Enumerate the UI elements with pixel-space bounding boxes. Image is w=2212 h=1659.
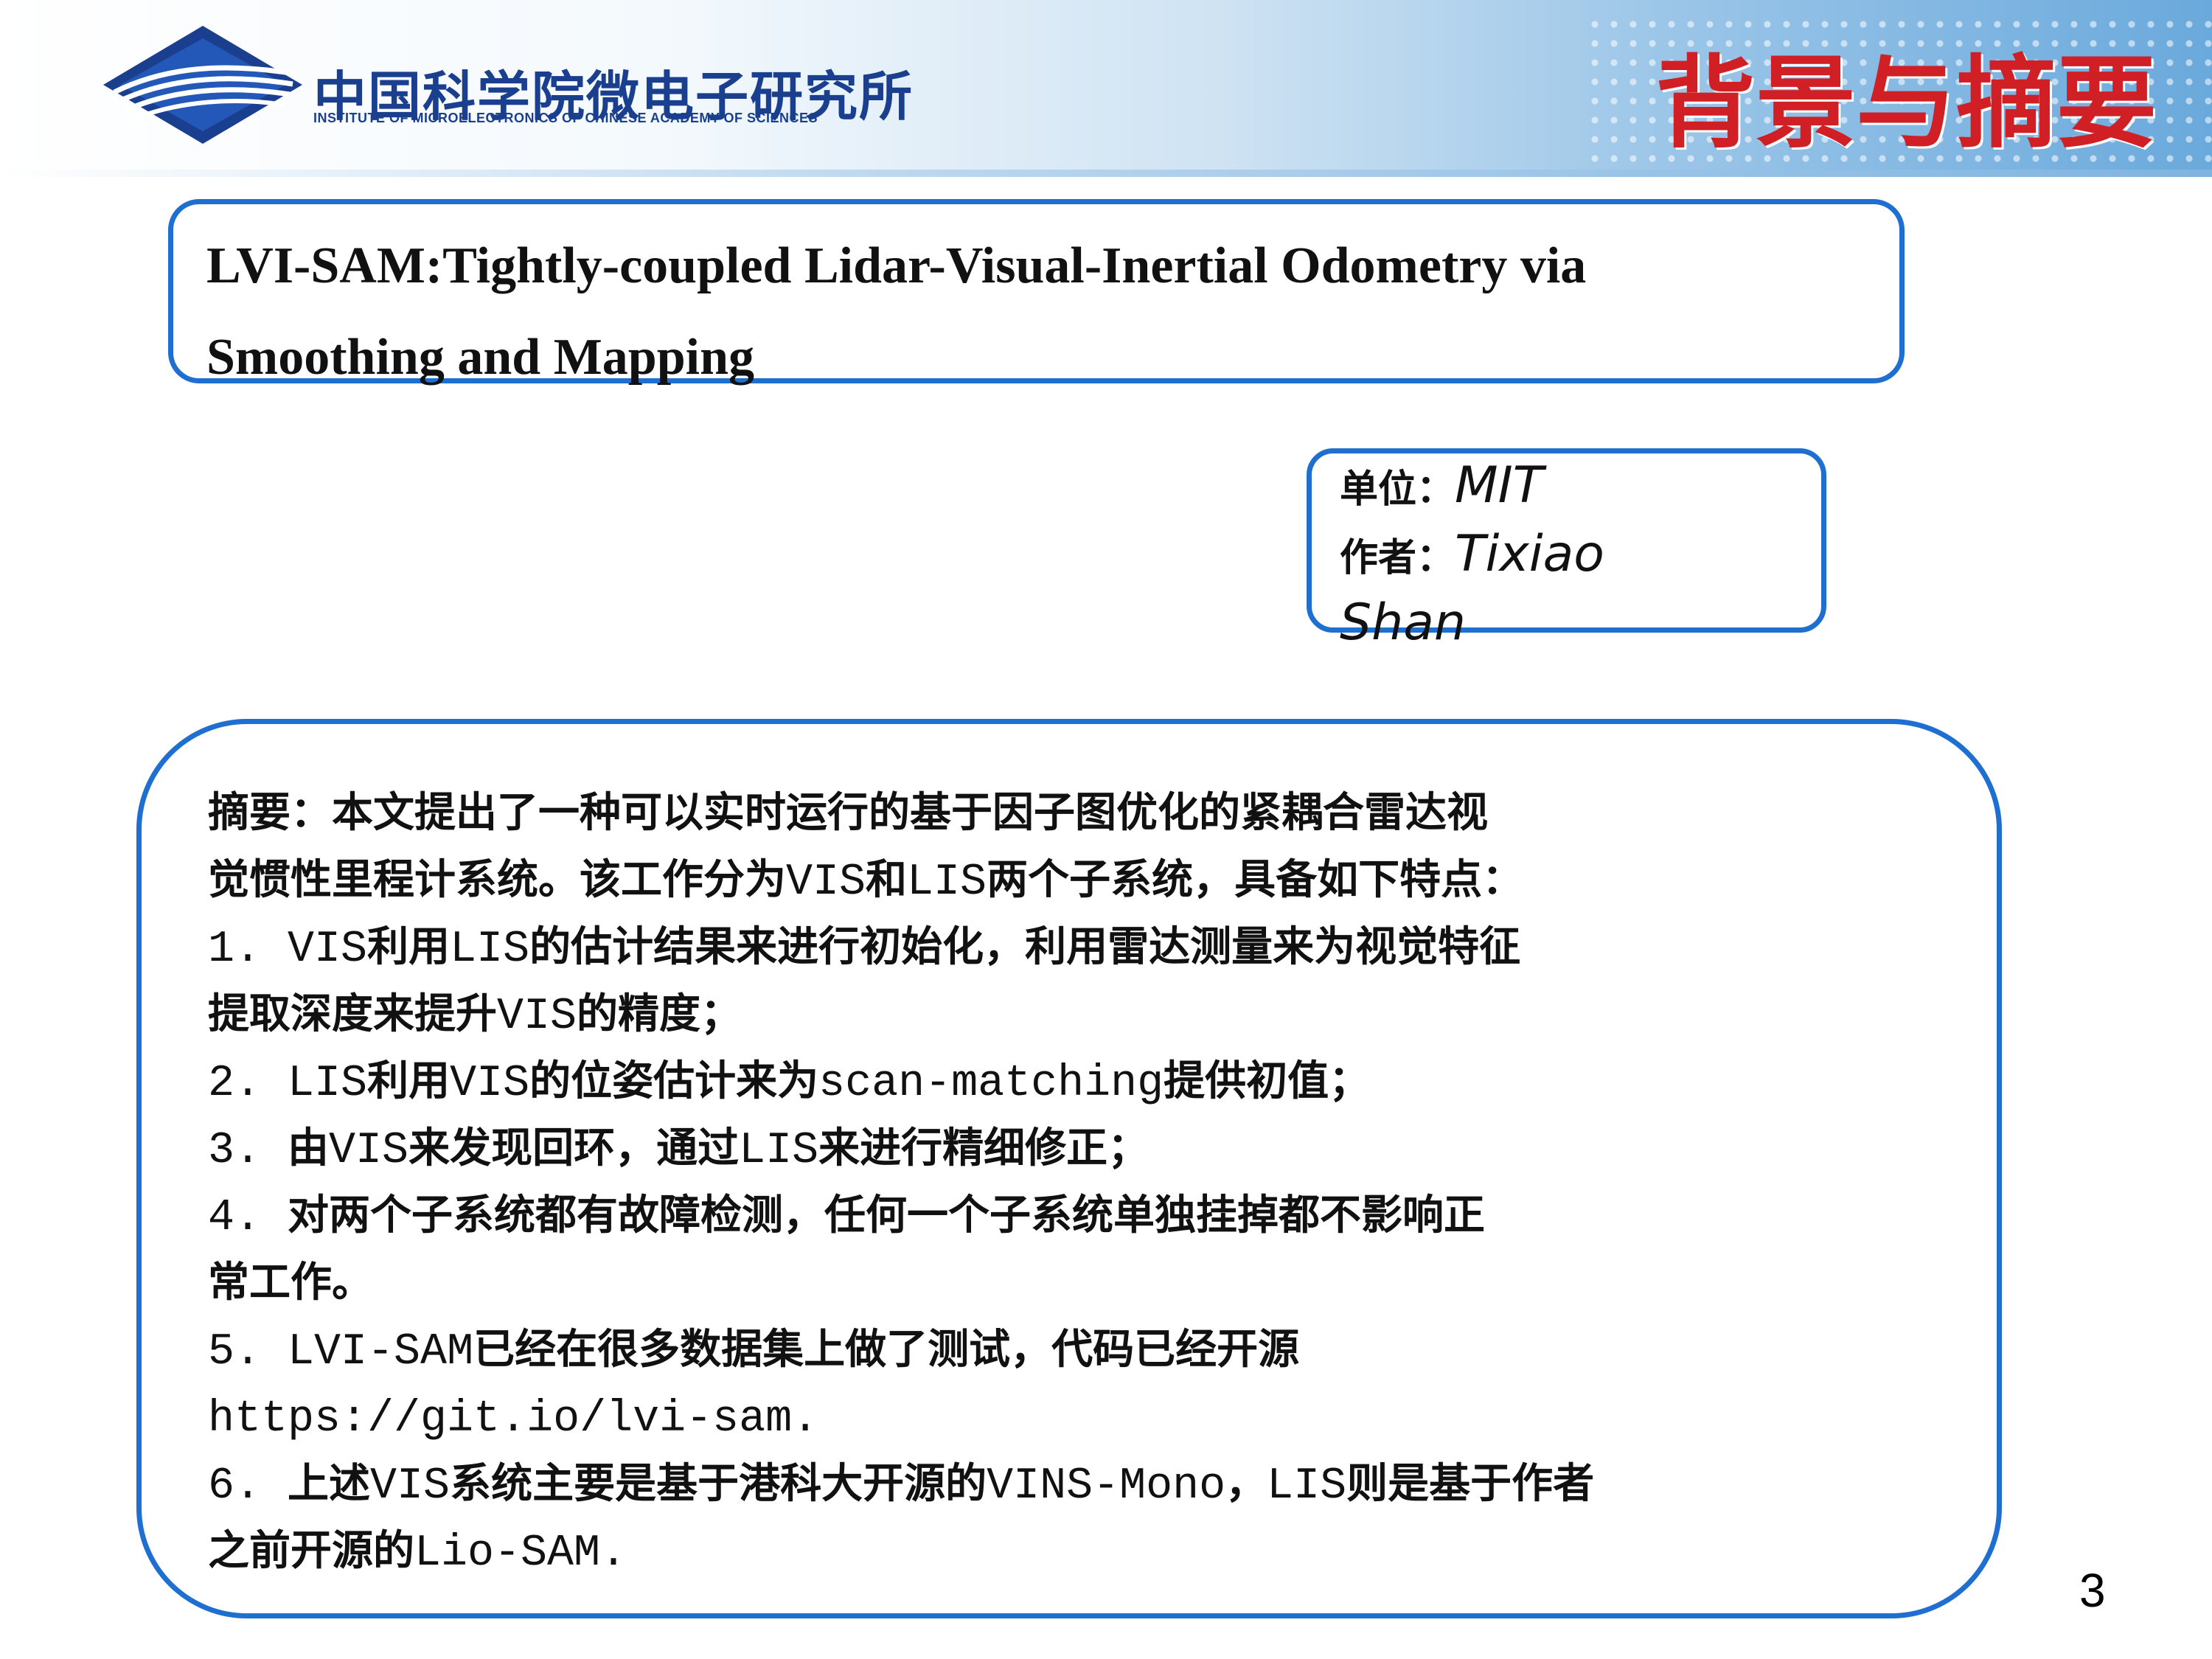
- abstract-segment: 常工作。: [208, 1259, 373, 1307]
- abstract-segment: 两个子系统，具备如下特点：: [987, 856, 1524, 904]
- abstract-line: 摘要：本文提出了一种可以实时运行的基于因子图优化的紧耦合雷达视: [208, 779, 1926, 846]
- abstract-text: 摘要：本文提出了一种可以实时运行的基于因子图优化的紧耦合雷达视 觉惯性里程计系统。…: [208, 779, 1926, 1585]
- abstract-segment: VIS: [370, 1461, 451, 1512]
- abstract-segment: 摘要：本文提出了一种可以实时运行的基于因子图优化的紧耦合雷达视: [208, 789, 1488, 837]
- abstract-segment: 觉惯性里程计系统。该工作分为: [208, 856, 786, 904]
- abstract-line: 4. 对两个子系统都有故障检测，任何一个子系统单独挂掉都不影响正: [208, 1182, 1926, 1249]
- abstract-segment: 来进行精细修正；: [818, 1124, 1150, 1172]
- abstract-segment: 利用: [367, 923, 451, 971]
- abstract-segment: 来发现回环，通过: [408, 1124, 740, 1172]
- abstract-segment: 和: [866, 856, 908, 904]
- affiliation-text: 单位：MIT 作者：Tixiao Shan: [1340, 453, 1812, 656]
- paper-title: LVI-SAM:Tightly-coupled Lidar-Visual-Ine…: [206, 220, 1873, 403]
- abstract-line: 1. VIS利用LIS的估计结果来进行初始化，利用雷达测量来为视觉特征: [208, 914, 1926, 981]
- abstract-segment: LIS: [450, 925, 530, 975]
- abstract-segment: 系统主要是基于港科大开源的: [450, 1460, 987, 1508]
- abstract-segment: https://git.io/lvi-sam.: [208, 1394, 819, 1444]
- abstract-segment: 对两个子系统都有故障检测，任何一个子系统单独挂掉都不影响正: [288, 1192, 1486, 1239]
- abstract-segment: 3.: [208, 1126, 288, 1176]
- abstract-segment: 2.: [208, 1059, 288, 1109]
- abstract-line: 提取深度来提升VIS的精度；: [208, 981, 1926, 1048]
- abstract-segment: 的位姿估计来为: [529, 1057, 819, 1105]
- abstract-segment: 上述: [288, 1460, 371, 1508]
- abstract-segment: 6.: [208, 1461, 288, 1512]
- unit-value: MIT: [1455, 456, 1544, 515]
- abstract-segment: VINS-Mono: [987, 1461, 1226, 1512]
- abstract-line: https://git.io/lvi-sam.: [208, 1383, 1926, 1450]
- paper-title-box: LVI-SAM:Tightly-coupled Lidar-Visual-Ine…: [168, 199, 1905, 386]
- abstract-segment: 已经在很多数据集上做了测试，代码已经开源: [473, 1326, 1300, 1374]
- abstract-segment: 的精度；: [577, 990, 742, 1038]
- unit-label: 单位：: [1340, 467, 1455, 512]
- abstract-segment: LIS: [739, 1126, 819, 1176]
- paper-title-line-2: Smoothing and Mapping: [206, 329, 755, 386]
- abstract-line: 6. 上述VIS系统主要是基于港科大开源的VINS-Mono，LIS则是基于作者: [208, 1450, 1926, 1517]
- abstract-segment: ，: [1225, 1460, 1267, 1508]
- abstract-segment: scan-matching: [818, 1059, 1164, 1109]
- author-label: 作者：: [1340, 536, 1455, 580]
- abstract-segment: LIS: [907, 858, 987, 908]
- abstract-segment: VIS: [786, 858, 866, 908]
- abstract-segment: 5.: [208, 1327, 288, 1377]
- abstract-segment: VIS: [497, 992, 577, 1042]
- abstract-line: 5. LVI-SAM已经在很多数据集上做了测试，代码已经开源: [208, 1316, 1926, 1383]
- abstract-segment: LIS: [1267, 1461, 1347, 1512]
- author-row-cont: Shan: [1340, 591, 1812, 656]
- header-banner: 中国科学院微电子研究所 INSTITUTE OF MICROELECTRONIC…: [0, 0, 2212, 177]
- abstract-segment: LVI-SAM: [288, 1327, 474, 1377]
- abstract-segment: VIS: [329, 1126, 409, 1176]
- abstract-line: 常工作。: [208, 1249, 1926, 1316]
- abstract-segment: 利用: [367, 1057, 451, 1105]
- abstract-segment: 之前开源的: [208, 1527, 414, 1575]
- abstract-segment: 4.: [208, 1193, 288, 1243]
- abstract-segment: Lio-SAM.: [414, 1528, 627, 1579]
- paper-title-line-1: LVI-SAM:Tightly-coupled Lidar-Visual-Ine…: [206, 237, 1587, 294]
- abstract-segment: 提供初值；: [1164, 1057, 1371, 1105]
- abstract-line: 2. LIS利用VIS的位姿估计来为scan-matching提供初值；: [208, 1048, 1926, 1115]
- section-title: 背景与摘要: [1655, 46, 2157, 162]
- abstract-segment: 1.: [208, 925, 288, 975]
- affiliation-box: 单位：MIT 作者：Tixiao Shan: [1307, 448, 1826, 652]
- unit-row: 单位：MIT: [1340, 453, 1812, 522]
- abstract-segment: VIS: [288, 925, 368, 975]
- abstract-segment: VIS: [450, 1059, 530, 1109]
- ime-cas-logo-icon: [103, 26, 302, 144]
- abstract-line: 3. 由VIS来发现回环，通过LIS来进行精细修正；: [208, 1115, 1926, 1182]
- author-value: Tixiao: [1455, 525, 1604, 583]
- author-value-2: Shan: [1340, 594, 1467, 652]
- abstract-segment: 提取深度来提升: [208, 990, 497, 1038]
- author-row: 作者：Tixiao: [1340, 522, 1812, 591]
- abstract-line: 之前开源的Lio-SAM.: [208, 1517, 1926, 1585]
- abstract-segment: 由: [288, 1124, 330, 1172]
- institute-name-en: INSTITUTE OF MICROELECTRONICS OF CHINESE…: [313, 111, 818, 125]
- abstract-segment: 则是基于作者: [1346, 1460, 1595, 1508]
- page-number: 3: [2079, 1564, 2106, 1617]
- abstract-segment: LIS: [288, 1059, 368, 1109]
- abstract-line: 觉惯性里程计系统。该工作分为VIS和LIS两个子系统，具备如下特点：: [208, 846, 1926, 914]
- abstract-segment: 的估计结果来进行初始化，利用雷达测量来为视觉特征: [529, 923, 1521, 971]
- abstract-box: 摘要：本文提出了一种可以实时运行的基于因子图优化的紧耦合雷达视 觉惯性里程计系统。…: [136, 719, 2002, 1618]
